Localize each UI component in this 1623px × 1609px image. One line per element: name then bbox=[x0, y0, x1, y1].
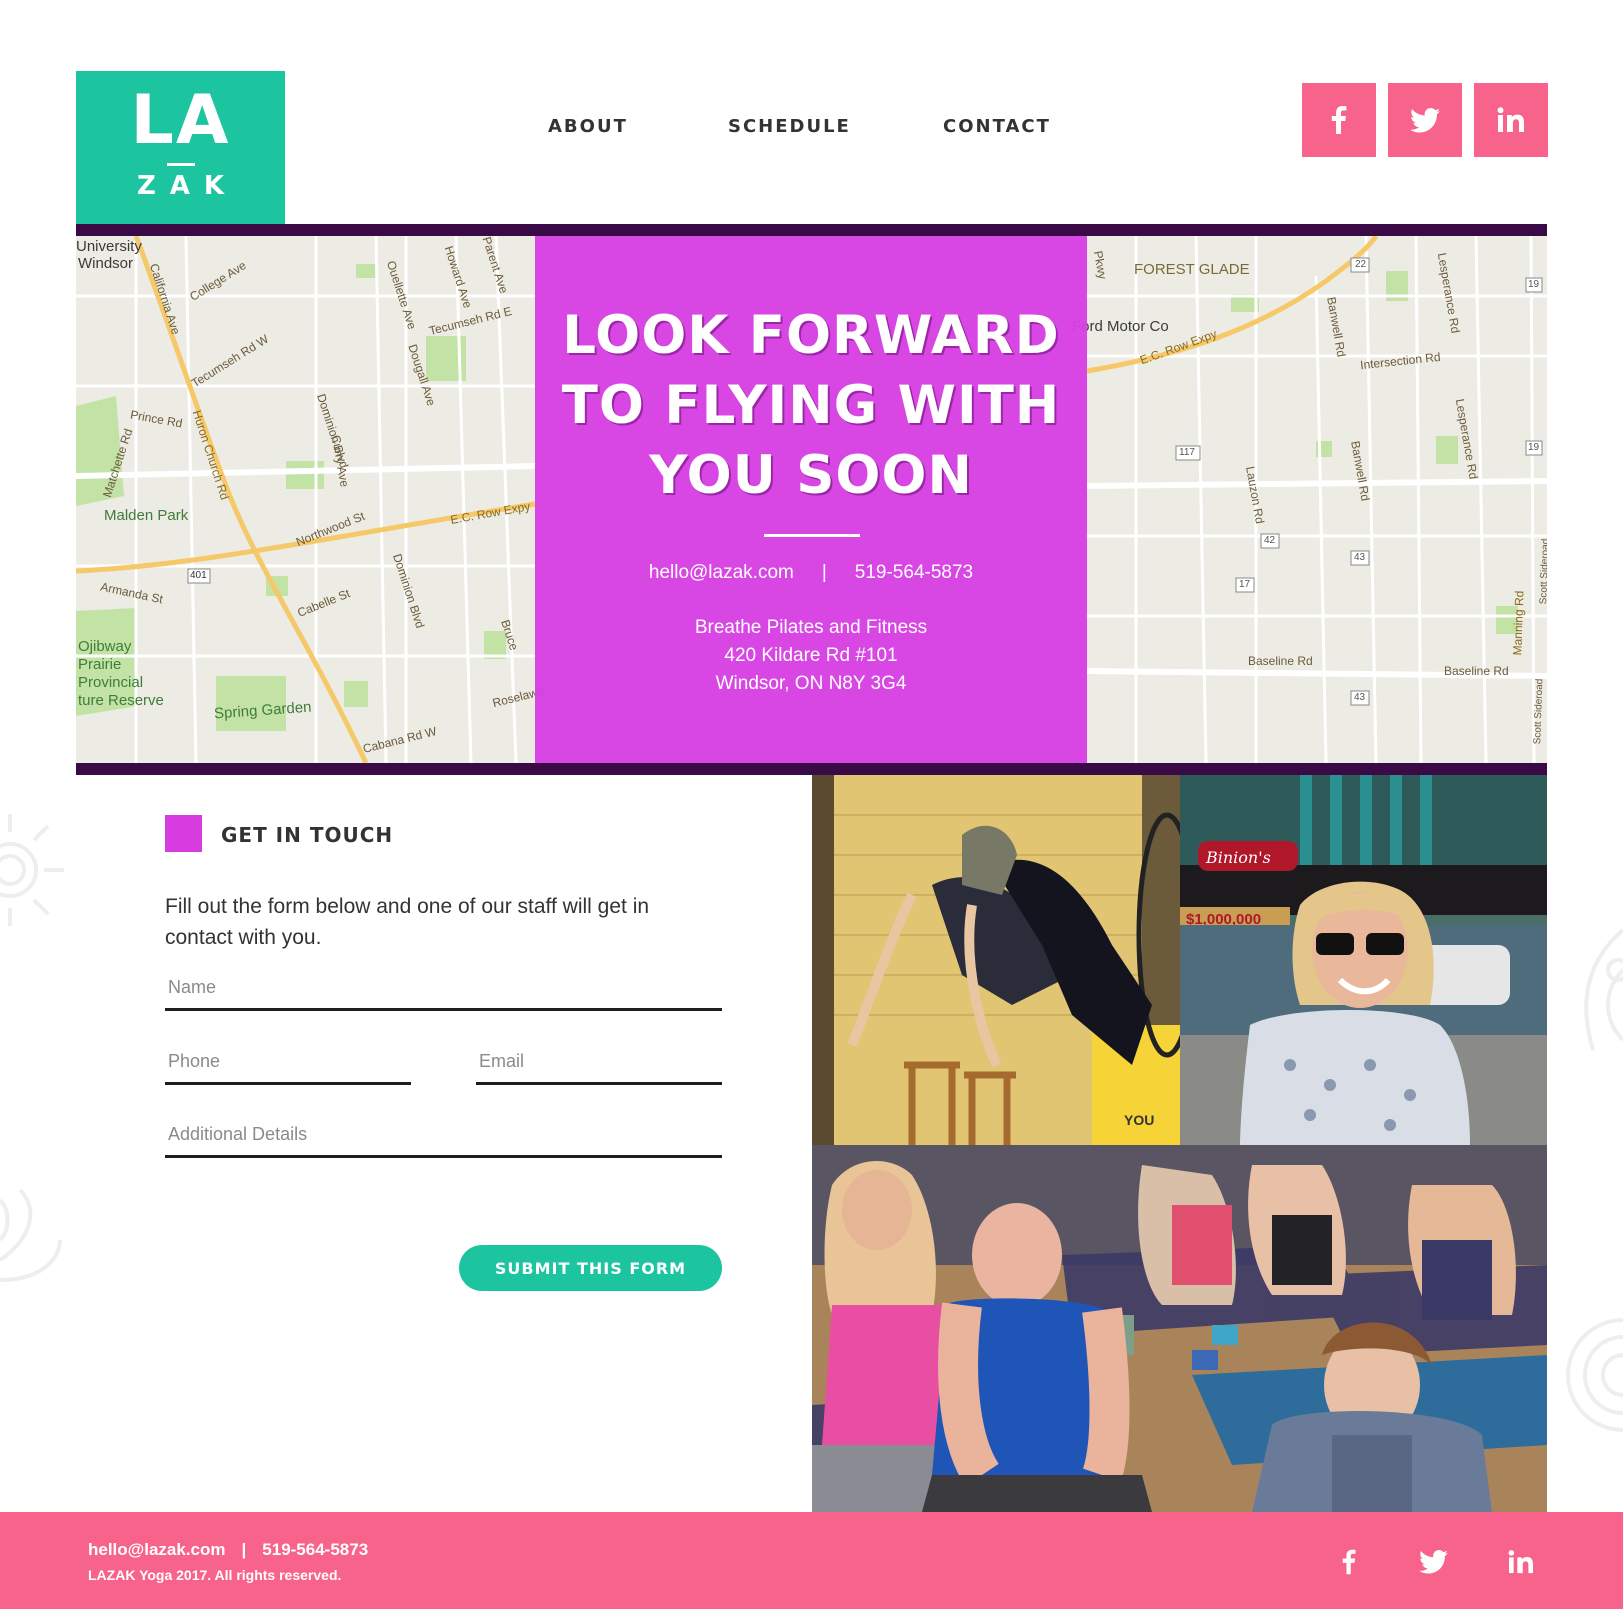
logo[interactable]: LA ZAK bbox=[76, 71, 285, 224]
yoga-class-illustration bbox=[812, 1145, 1547, 1512]
map-label: 22 bbox=[1355, 259, 1367, 270]
aerial-hoop-illustration: YOU bbox=[812, 775, 1180, 1145]
sun-decoration-icon bbox=[0, 814, 64, 926]
map-label: 19 bbox=[1528, 442, 1540, 453]
spiral-decoration-icon bbox=[1566, 1318, 1623, 1432]
nav-contact[interactable]: CONTACT bbox=[943, 116, 1051, 137]
submit-form-button[interactable]: SUBMIT THIS FORM bbox=[459, 1245, 722, 1291]
map-label: FOREST GLADE bbox=[1134, 261, 1250, 278]
street-portrait-illustration: Binion's $1,000,000 bbox=[1180, 775, 1547, 1145]
name-field[interactable] bbox=[165, 975, 722, 1011]
map-label: Scott Sideroad bbox=[1538, 538, 1547, 605]
hero-divider bbox=[764, 534, 860, 537]
footer-twitter-button[interactable] bbox=[1413, 1542, 1453, 1582]
footer-facebook-button[interactable] bbox=[1329, 1542, 1369, 1582]
map-label: 17 bbox=[1239, 579, 1251, 590]
footer-separator: | bbox=[241, 1540, 247, 1559]
map-label: Baseline Rd bbox=[1444, 664, 1509, 678]
map-label: 19 bbox=[1528, 279, 1540, 290]
lotus-decoration-icon bbox=[1584, 928, 1623, 1051]
footer-email-link[interactable]: hello@lazak.com bbox=[88, 1540, 226, 1559]
twitter-button[interactable] bbox=[1388, 83, 1462, 157]
hero-address: Breathe Pilates and Fitness 420 Kildare … bbox=[535, 614, 1087, 698]
hero-title: LOOK FORWARD TO FLYING WITH YOU SOON bbox=[535, 301, 1087, 511]
footer-linkedin-button[interactable] bbox=[1501, 1542, 1541, 1582]
map-label: 42 bbox=[1264, 535, 1276, 546]
address-line: Breathe Pilates and Fitness bbox=[694, 617, 928, 638]
linkedin-button[interactable] bbox=[1474, 83, 1548, 157]
hero-title-line: LOOK FORWARD bbox=[562, 305, 1060, 366]
hero-separator: | bbox=[821, 562, 827, 583]
twitter-icon bbox=[1418, 1550, 1448, 1574]
facebook-icon bbox=[1331, 106, 1347, 134]
facebook-icon bbox=[1342, 1549, 1356, 1575]
hero-contact: hello@lazak.com | 519-564-5873 bbox=[535, 562, 1087, 584]
hero-overlay: LOOK FORWARD TO FLYING WITH YOU SOON hel… bbox=[535, 236, 1087, 763]
linkedin-icon bbox=[1497, 107, 1524, 132]
email-field[interactable] bbox=[476, 1049, 722, 1085]
logo-divider bbox=[167, 163, 195, 166]
map-label: Manning Rd bbox=[1510, 590, 1527, 656]
map-label: 43 bbox=[1354, 552, 1366, 563]
map-label: University bbox=[76, 238, 142, 255]
map-label: Ojibway Prairie Provincial ture Reserve bbox=[78, 638, 164, 709]
map-band: University Windsor College Ave Californi… bbox=[76, 224, 1547, 775]
map-label: Scott Sideroad bbox=[1532, 678, 1546, 745]
phone-field[interactable] bbox=[165, 1049, 411, 1085]
twitter-icon bbox=[1410, 107, 1440, 132]
logo-text-top: LA bbox=[130, 81, 231, 160]
map-label: Baseline Rd bbox=[1248, 654, 1313, 668]
poster-text: YOU bbox=[1124, 1112, 1154, 1128]
hero-phone-link[interactable]: 519-564-5873 bbox=[855, 562, 973, 583]
address-line: Windsor, ON N8Y 3G4 bbox=[715, 673, 907, 694]
street-portrait-photo: Binion's $1,000,000 bbox=[1180, 775, 1547, 1145]
footer: hello@lazak.com | 519-564-5873 LAZAK Yoga … bbox=[0, 1512, 1623, 1609]
nav-about[interactable]: ABOUT bbox=[548, 116, 628, 137]
map-label: Malden Park bbox=[104, 507, 189, 524]
footer-copyright: LAZAK Yoga 2017. All rights reserved. bbox=[88, 1567, 342, 1583]
footer-contact: hello@lazak.com | 519-564-5873 bbox=[88, 1540, 368, 1560]
map-label: Windsor bbox=[78, 255, 134, 272]
logo-text-bottom: ZAK bbox=[136, 171, 239, 201]
map-label: 43 bbox=[1354, 692, 1366, 703]
hero-title-line: TO FLYING WITH bbox=[561, 375, 1061, 436]
form-intro-text: Fill out the form below and one of our s… bbox=[165, 895, 650, 949]
section-marker bbox=[165, 815, 202, 852]
yoga-class-photo bbox=[812, 1145, 1547, 1512]
aerial-hoop-photo: YOU bbox=[812, 775, 1180, 1145]
address-line: 420 Kildare Rd #101 bbox=[724, 645, 898, 666]
facebook-button[interactable] bbox=[1302, 83, 1376, 157]
lotus-decoration-icon bbox=[0, 1188, 62, 1282]
sign-text: Binion's bbox=[1205, 848, 1271, 867]
nav-schedule[interactable]: SCHEDULE bbox=[728, 116, 851, 137]
additional-details-field[interactable] bbox=[165, 1122, 722, 1158]
hero-email-link[interactable]: hello@lazak.com bbox=[649, 562, 794, 583]
get-in-touch-heading: GET IN TOUCH bbox=[221, 823, 394, 847]
hero-title-line: YOU SOON bbox=[649, 445, 973, 506]
linkedin-icon bbox=[1508, 1550, 1533, 1574]
map-label: 401 bbox=[190, 570, 207, 581]
map-label: 117 bbox=[1179, 447, 1195, 458]
footer-phone-link[interactable]: 519-564-5873 bbox=[262, 1540, 368, 1559]
